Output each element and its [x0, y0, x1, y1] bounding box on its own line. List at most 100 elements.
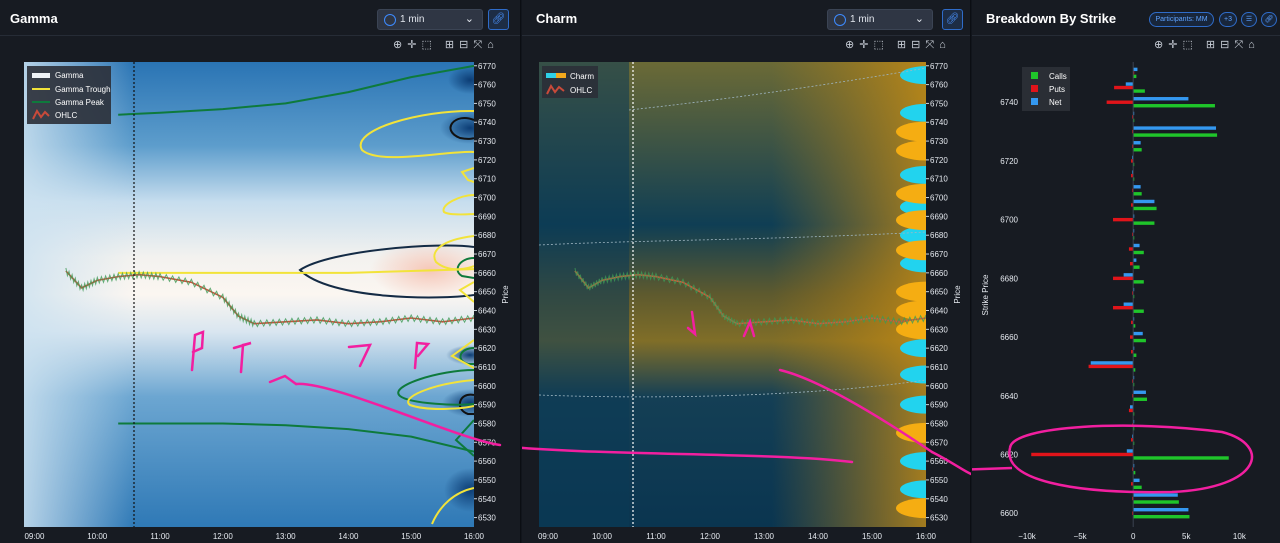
y-tick-label: 6670: [930, 250, 948, 259]
bar-calls: [1133, 280, 1144, 284]
bar-net: [1133, 199, 1155, 204]
y-tick-label: 6650: [478, 288, 496, 297]
y-tick-label: 6530: [930, 514, 948, 523]
charm-panel: Charm 1 min ⌄ 🔗︎ ⊕✛⬚ ⊞⊟⤧⌂ 6770 6760 6750…: [522, 0, 971, 543]
y-tick-label: 6540: [478, 495, 496, 504]
bar-calls: [1133, 192, 1142, 196]
x-tick-label: 09:00: [538, 532, 559, 541]
bar-calls: [1133, 309, 1144, 313]
bar-calls: [1133, 148, 1142, 152]
charm-legend: Charm OHLC: [542, 66, 598, 98]
y-axis-label: Price: [501, 285, 510, 304]
legend-label: Gamma: [55, 71, 84, 80]
y-tick-label: 6540: [930, 495, 948, 504]
y-tick-label: 6740: [1000, 98, 1018, 107]
y-tick-label: 6620: [478, 344, 496, 353]
bar-net: [1133, 141, 1141, 145]
y-tick-label: 6770: [478, 62, 496, 71]
x-tick-label: 13:00: [276, 532, 297, 541]
gamma-panel: Gamma 1 min ⌄ 🔗︎ ⊕✛⬚ ⊞⊟⤧⌂ 6770 6760 6750…: [0, 0, 521, 543]
bar-net: [1125, 82, 1134, 86]
bar-calls: [1133, 206, 1157, 211]
gamma-legend: Gamma Gamma Trough Gamma Peak OHLC: [27, 66, 111, 124]
y-tick-label: 6600: [930, 382, 948, 391]
y-tick-label: 6640: [478, 307, 496, 316]
y-tick-label: 6740: [478, 118, 496, 127]
x-tick-label: 11:00: [150, 532, 170, 541]
bar-puts: [1113, 217, 1134, 222]
y-tick-label: 6730: [930, 137, 948, 146]
bar-net: [1133, 243, 1140, 248]
x-tick-label: 5k: [1182, 532, 1191, 541]
y-tick-label: 6700: [930, 194, 948, 203]
y-tick-label: 6650: [930, 288, 948, 297]
bar-calls: [1133, 133, 1218, 137]
y-tick-label: 6530: [478, 514, 496, 523]
bar-net: [1133, 507, 1189, 512]
x-tick-label: 15:00: [862, 532, 883, 541]
bar-net: [1123, 273, 1134, 277]
y-tick-label: 6610: [478, 363, 496, 372]
bar-net: [1133, 97, 1189, 101]
y-tick-label: 6600: [1000, 509, 1018, 518]
y-tick-label: 6760: [930, 81, 948, 90]
y-tick-label: 6760: [478, 81, 496, 90]
breakdown-chart[interactable]: −10k −5k 0 5k 10k674067206700668066606640662…: [972, 0, 1280, 543]
bar-calls: [1133, 221, 1155, 225]
x-tick-label: 10k: [1233, 532, 1247, 541]
bar-puts: [1113, 276, 1134, 281]
x-tick-label: 15:00: [401, 532, 422, 541]
bar-calls: [1133, 250, 1144, 255]
bar-puts: [1088, 364, 1134, 369]
bar-puts: [1128, 247, 1134, 251]
y-tick-label: 6630: [478, 325, 496, 334]
x-tick-label: 10:00: [87, 532, 108, 541]
bar-net: [1090, 361, 1134, 365]
x-tick-label: 14:00: [338, 532, 359, 541]
y-tick-label: 6680: [478, 231, 496, 240]
legend-label: Gamma Peak: [55, 98, 105, 107]
legend-label: OHLC: [55, 111, 77, 120]
bar-net: [1123, 302, 1134, 306]
y-tick-label: 6700: [478, 194, 496, 203]
y-tick-label: 6710: [478, 175, 496, 184]
bar-net: [1133, 390, 1146, 394]
x-tick-label: 14:00: [808, 532, 829, 541]
y-tick-label: 6690: [478, 212, 496, 221]
x-tick-label: 11:00: [646, 532, 666, 541]
x-tick-label: 16:00: [916, 532, 937, 541]
x-tick-label: −5k: [1074, 532, 1088, 541]
y-tick-label: 6580: [930, 419, 948, 428]
x-tick-label: −10k: [1018, 532, 1037, 541]
y-tick-label: 6660: [478, 269, 496, 278]
charm-chart[interactable]: 6770 6760 6750 6740 6730 6720 6710 6700 6690 6680…: [522, 0, 971, 543]
bar-net: [1133, 185, 1141, 189]
y-axis-label: Strike Price: [981, 274, 990, 315]
x-tick-label: 12:00: [700, 532, 721, 541]
gamma-chart[interactable]: 6770 6760 6750 6740 6730 6720 6710 6700 6690 6680…: [0, 0, 521, 543]
bar-net: [1133, 478, 1140, 483]
legend-label: Charm: [570, 72, 594, 81]
y-tick-label: 6590: [930, 401, 948, 410]
y-tick-label: 6640: [1000, 392, 1018, 401]
bar-puts: [1114, 85, 1134, 90]
y-tick-label: 6570: [930, 438, 948, 447]
y-tick-label: 6670: [478, 250, 496, 259]
y-tick-label: 6550: [930, 476, 948, 485]
y-tick-label: 6680: [930, 231, 948, 240]
legend-label: Calls: [1049, 72, 1067, 81]
legend-label: OHLC: [570, 86, 592, 95]
bar-calls: [1133, 89, 1145, 93]
legend-label: Gamma Trough: [55, 85, 111, 94]
y-tick-label: 6600: [478, 382, 496, 391]
y-tick-label: 6680: [1000, 274, 1018, 283]
y-tick-label: 6700: [1000, 216, 1018, 225]
y-tick-label: 6550: [478, 476, 496, 485]
x-tick-label: 09:00: [24, 532, 45, 541]
bar-calls: [1133, 485, 1142, 490]
breakdown-legend: Calls Puts Net: [1022, 67, 1070, 111]
x-tick-label: 16:00: [464, 532, 485, 541]
y-tick-label: 6730: [478, 137, 496, 146]
legend-label: Puts: [1049, 85, 1065, 94]
bar-net: [1133, 126, 1217, 130]
